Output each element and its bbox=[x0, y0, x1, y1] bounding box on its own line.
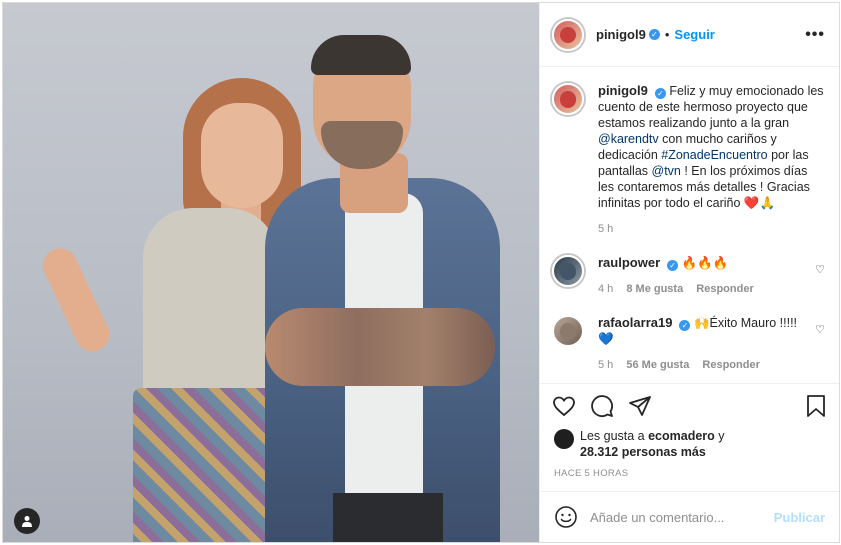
comment-time[interactable]: 4 h bbox=[598, 283, 613, 295]
likes-prefix: Les gusta a bbox=[580, 429, 649, 443]
publish-button[interactable]: Publicar bbox=[774, 510, 825, 525]
comment-likes[interactable]: 8 Me gusta bbox=[626, 283, 683, 295]
add-comment-bar: Publicar bbox=[540, 492, 839, 542]
man-crossed-arms bbox=[265, 308, 495, 386]
reply-button[interactable]: Responder bbox=[696, 283, 753, 295]
likes-middle: y bbox=[714, 429, 725, 443]
caption-time[interactable]: 5 h bbox=[598, 223, 613, 235]
verified-badge-icon: ✓ bbox=[654, 88, 666, 99]
likes-count[interactable]: 28.312 personas más bbox=[580, 445, 706, 459]
comment-meta: 5 h 56 Me gusta Responder bbox=[598, 357, 807, 373]
comment-time[interactable]: 5 h bbox=[598, 359, 613, 371]
author-avatar[interactable] bbox=[552, 18, 584, 51]
comment-item: raulpower ✓ 🔥🔥🔥 4 h 8 Me gusta Responder … bbox=[552, 255, 825, 297]
author-username[interactable]: pinigol9 bbox=[596, 27, 646, 42]
mention-link[interactable]: @karendtv bbox=[598, 132, 659, 146]
verified-badge-icon: ✓ bbox=[648, 29, 660, 40]
comment-input[interactable] bbox=[590, 509, 774, 525]
post-photo[interactable] bbox=[3, 3, 539, 542]
save-bookmark-icon[interactable] bbox=[805, 394, 827, 418]
like-comment-heart-icon[interactable]: ♡ bbox=[815, 323, 825, 336]
user-icon bbox=[22, 516, 32, 527]
separator-dot: • bbox=[664, 27, 670, 42]
follow-button[interactable]: Seguir bbox=[674, 27, 714, 42]
more-options-icon[interactable]: ••• bbox=[805, 26, 825, 44]
likes-summary: Les gusta a ecomadero y 28.312 personas … bbox=[540, 428, 839, 460]
like-heart-icon[interactable] bbox=[552, 394, 576, 418]
post-sidebar: pinigol9 ✓ • Seguir ••• pinigol9 ✓ Feliz … bbox=[539, 3, 839, 542]
liker-avatar[interactable] bbox=[554, 429, 574, 449]
hashtag-link[interactable]: #ZonadeEncuentro bbox=[661, 148, 767, 162]
tagged-users-button[interactable] bbox=[14, 508, 40, 534]
caption: pinigol9 ✓ Feliz y muy emocionado les cue… bbox=[552, 83, 825, 237]
woman-top bbox=[143, 208, 278, 398]
caption-body: pinigol9 ✓ Feliz y muy emocionado les cue… bbox=[598, 83, 825, 237]
comment-likes[interactable]: 56 Me gusta bbox=[626, 359, 689, 371]
comment-avatar[interactable] bbox=[552, 315, 584, 347]
liker-username[interactable]: ecomadero bbox=[648, 429, 715, 443]
mention-link[interactable]: @tvn bbox=[652, 164, 681, 178]
comment-body: rafaolarra19 ✓ 🙌Éxito Mauro !!!!!💙 5 h 56… bbox=[598, 315, 807, 373]
likes-text: Les gusta a ecomadero y 28.312 personas … bbox=[580, 428, 725, 460]
comment-item: rafaolarra19 ✓ 🙌Éxito Mauro !!!!!💙 5 h 56… bbox=[552, 315, 825, 373]
woman-arm bbox=[37, 242, 115, 357]
comment-bubble-icon[interactable] bbox=[590, 394, 614, 418]
comment-username[interactable]: raulpower bbox=[598, 255, 660, 270]
comment-text: 🔥🔥🔥 bbox=[681, 256, 729, 270]
post-timestamp[interactable]: HACE 5 HORAS bbox=[540, 460, 839, 492]
instagram-post: pinigol9 ✓ • Seguir ••• pinigol9 ✓ Feliz … bbox=[2, 2, 840, 543]
emoji-icon[interactable] bbox=[554, 505, 578, 529]
comments-section: pinigol9 ✓ Feliz y muy emocionado les cue… bbox=[540, 67, 839, 384]
comment-meta: 4 h 8 Me gusta Responder bbox=[598, 281, 807, 297]
comment-avatar[interactable] bbox=[552, 255, 584, 287]
comment-username[interactable]: rafaolarra19 bbox=[598, 315, 672, 330]
comment-body: raulpower ✓ 🔥🔥🔥 4 h 8 Me gusta Responder bbox=[598, 255, 807, 297]
verified-badge-icon: ✓ bbox=[679, 320, 691, 331]
woman-skirt bbox=[133, 388, 278, 542]
post-actions bbox=[540, 384, 839, 428]
caption-meta: 5 h bbox=[598, 221, 825, 237]
like-comment-heart-icon[interactable]: ♡ bbox=[815, 263, 825, 276]
caption-username[interactable]: pinigol9 bbox=[598, 83, 648, 98]
man-hair bbox=[311, 35, 411, 75]
reply-button[interactable]: Responder bbox=[702, 359, 759, 371]
share-send-icon[interactable] bbox=[628, 394, 652, 418]
woman-face bbox=[201, 103, 283, 208]
post-header: pinigol9 ✓ • Seguir ••• bbox=[540, 3, 839, 67]
man-pants bbox=[333, 493, 443, 542]
caption-author-avatar[interactable] bbox=[552, 83, 584, 115]
verified-badge-icon: ✓ bbox=[667, 260, 679, 271]
